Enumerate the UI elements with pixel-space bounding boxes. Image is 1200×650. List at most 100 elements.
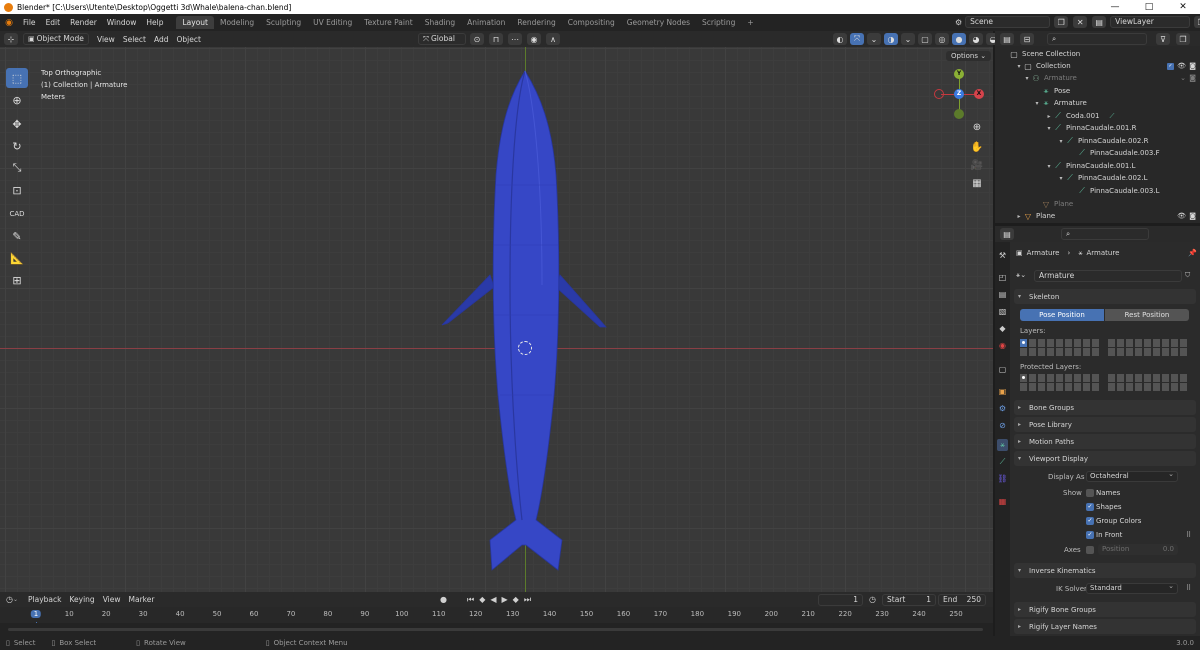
- fake-user-icon[interactable]: ⛉: [1185, 271, 1190, 280]
- outliner-row-bone[interactable]: ▾ ⟋ PinnaCaudale.002.L: [995, 172, 1200, 185]
- shading-material-icon[interactable]: ◕: [969, 33, 983, 45]
- bone-layer-toggle[interactable]: [1108, 339, 1116, 347]
- navigation-gizmo[interactable]: Y X Z: [934, 69, 986, 121]
- zoom-icon[interactable]: ⊕: [970, 121, 984, 135]
- bone-layer-toggle[interactable]: [1083, 339, 1091, 347]
- new-view-layer-icon[interactable]: ❐: [1194, 16, 1200, 28]
- shapes-checkbox[interactable]: ✓: [1086, 503, 1094, 511]
- workspace-tab-uv-editing[interactable]: UV Editing: [307, 16, 358, 29]
- pivot-point-icon[interactable]: ⊙: [470, 33, 484, 45]
- menu-playback[interactable]: Playback: [24, 594, 65, 605]
- bone-layer-toggle[interactable]: [1047, 374, 1055, 382]
- bone-layer-toggle[interactable]: [1117, 339, 1125, 347]
- menu-view[interactable]: View: [93, 34, 119, 45]
- shading-wireframe-icon[interactable]: ◎: [935, 33, 949, 45]
- clock-icon[interactable]: ◷: [869, 595, 876, 604]
- constraint-tab-icon[interactable]: ⊘: [997, 420, 1008, 432]
- annotate-tool-icon[interactable]: ✎: [6, 226, 28, 246]
- menu-select[interactable]: Select: [119, 34, 150, 45]
- outliner-row-armature-object[interactable]: ▾ ⚇ Armature ⌄ ◙: [995, 72, 1200, 85]
- bone-layer-toggle[interactable]: [1074, 348, 1082, 356]
- maximize-button[interactable]: □: [1132, 0, 1166, 14]
- gizmo-toggle-icon[interactable]: ⤧: [850, 33, 864, 45]
- add-cube-tool-icon[interactable]: ⊞: [6, 270, 28, 290]
- visibility-icon[interactable]: ◐: [833, 33, 847, 45]
- xray-icon[interactable]: ▢: [918, 33, 932, 45]
- bone-layer-toggle[interactable]: [1135, 383, 1143, 391]
- outliner-row-bone[interactable]: ▾ ⟋ PinnaCaudale.001.R: [995, 122, 1200, 135]
- armature-data-tab-icon[interactable]: ⚹: [997, 439, 1008, 451]
- new-scene-icon[interactable]: ❐: [1054, 16, 1069, 28]
- bone-layer-toggle[interactable]: [1180, 339, 1188, 347]
- bone-layer-toggle[interactable]: [1083, 383, 1091, 391]
- texture-tab-icon[interactable]: ▦: [997, 496, 1008, 508]
- bone-layer-toggle[interactable]: [1056, 348, 1064, 356]
- bone-layer-toggle[interactable]: [1135, 348, 1143, 356]
- whale-model[interactable]: [430, 65, 620, 575]
- minimize-button[interactable]: —: [1098, 0, 1132, 14]
- drag-handle-icon[interactable]: ⠿: [1186, 584, 1191, 592]
- jump-start-icon[interactable]: ⏮: [467, 595, 474, 605]
- inverse-kinematics-panel-header[interactable]: ▾ Inverse Kinematics: [1014, 563, 1196, 578]
- outliner-row-collection[interactable]: ▾ ▢ Collection ✓ 👁 ◙: [995, 60, 1200, 73]
- eye-icon[interactable]: 👁: [1177, 62, 1186, 70]
- bone-layer-toggle[interactable]: [1117, 348, 1125, 356]
- editor-type-icon[interactable]: ⊹: [4, 33, 18, 45]
- bone-layer-toggle[interactable]: [1144, 383, 1152, 391]
- expand-icon[interactable]: ▾: [1023, 75, 1031, 82]
- current-frame-field[interactable]: 1: [818, 593, 863, 606]
- outliner-search-input[interactable]: ⌕: [1047, 33, 1147, 45]
- expand-icon[interactable]: ▸: [1045, 113, 1053, 120]
- bone-layer-toggle[interactable]: [1171, 339, 1179, 347]
- group-colors-checkbox[interactable]: ✓: [1086, 517, 1094, 525]
- add-workspace-button[interactable]: +: [741, 16, 759, 29]
- output-tab-icon[interactable]: ▤: [997, 289, 1008, 301]
- bone-layer-toggle[interactable]: [1153, 374, 1161, 382]
- display-mode-icon[interactable]: ⊟: [1020, 33, 1034, 45]
- bone-layer-toggle[interactable]: [1092, 339, 1100, 347]
- menu-timeline-view[interactable]: View: [99, 594, 125, 605]
- bone-layer-toggle[interactable]: [1047, 348, 1055, 356]
- bone-layer-toggle[interactable]: [1029, 383, 1037, 391]
- menu-window[interactable]: Window: [102, 18, 142, 27]
- bone-layer-toggle[interactable]: [1153, 339, 1161, 347]
- timeline-editor-icon[interactable]: ◷: [6, 595, 13, 604]
- measure-tool-icon[interactable]: 📐: [6, 248, 28, 268]
- bone-constraint-tab-icon[interactable]: ⛓: [997, 473, 1008, 485]
- camera-icon[interactable]: ◙: [1189, 62, 1196, 70]
- expand-icon[interactable]: ▾: [1033, 100, 1041, 107]
- bone-layer-toggle[interactable]: [1047, 383, 1055, 391]
- outliner-editor-icon[interactable]: ▤: [1000, 33, 1014, 45]
- outliner-row-bone[interactable]: ▾ ⟋ PinnaCaudale.002.R: [995, 135, 1200, 148]
- bone-layer-toggle[interactable]: [1038, 383, 1046, 391]
- bone-layer-toggle[interactable]: [1108, 374, 1116, 382]
- play-icon[interactable]: ▶: [502, 595, 508, 605]
- bone-layer-toggle[interactable]: [1029, 339, 1037, 347]
- expand-icon[interactable]: ▾: [1015, 63, 1023, 70]
- rigify-bone-groups-panel-header[interactable]: ▸ Rigify Bone Groups: [1014, 602, 1196, 617]
- axes-checkbox[interactable]: [1086, 546, 1094, 554]
- render-tab-icon[interactable]: ◰: [997, 272, 1008, 284]
- pose-library-panel-header[interactable]: ▸ Pose Library: [1014, 417, 1196, 432]
- workspace-tab-texture-paint[interactable]: Texture Paint: [358, 16, 418, 29]
- protected-layers-grid[interactable]: [1020, 374, 1200, 394]
- bone-layer-toggle[interactable]: [1056, 383, 1064, 391]
- armature-name-field[interactable]: Armature: [1034, 270, 1182, 282]
- gizmo-y-icon[interactable]: Y: [954, 69, 964, 79]
- menu-edit[interactable]: Edit: [41, 18, 66, 27]
- object-tab-icon[interactable]: ▣: [997, 386, 1008, 398]
- viewport-display-panel-header[interactable]: ▾ Viewport Display: [1014, 451, 1196, 466]
- expand-icon[interactable]: ▾: [1045, 163, 1053, 170]
- overlay-dropdown-icon[interactable]: ⌄: [901, 33, 915, 45]
- play-reverse-icon[interactable]: ◀: [490, 595, 496, 605]
- menu-marker[interactable]: Marker: [125, 594, 159, 605]
- properties-search-input[interactable]: ⌕: [1061, 228, 1149, 240]
- next-key-icon[interactable]: ◆: [513, 595, 519, 605]
- bone-layer-toggle[interactable]: [1065, 339, 1073, 347]
- modifier-tab-icon[interactable]: ⚙: [997, 403, 1008, 415]
- ortho-grid-icon[interactable]: ▦: [970, 177, 984, 191]
- bone-layer-toggle[interactable]: [1171, 374, 1179, 382]
- bone-layer-toggle[interactable]: [1144, 348, 1152, 356]
- gizmo-z-icon[interactable]: Z: [954, 89, 964, 99]
- timeline-ruler[interactable]: 1 10 20 30 40 50 60 70 80 90 100 110 120 130 140 150 160…: [0, 607, 993, 636]
